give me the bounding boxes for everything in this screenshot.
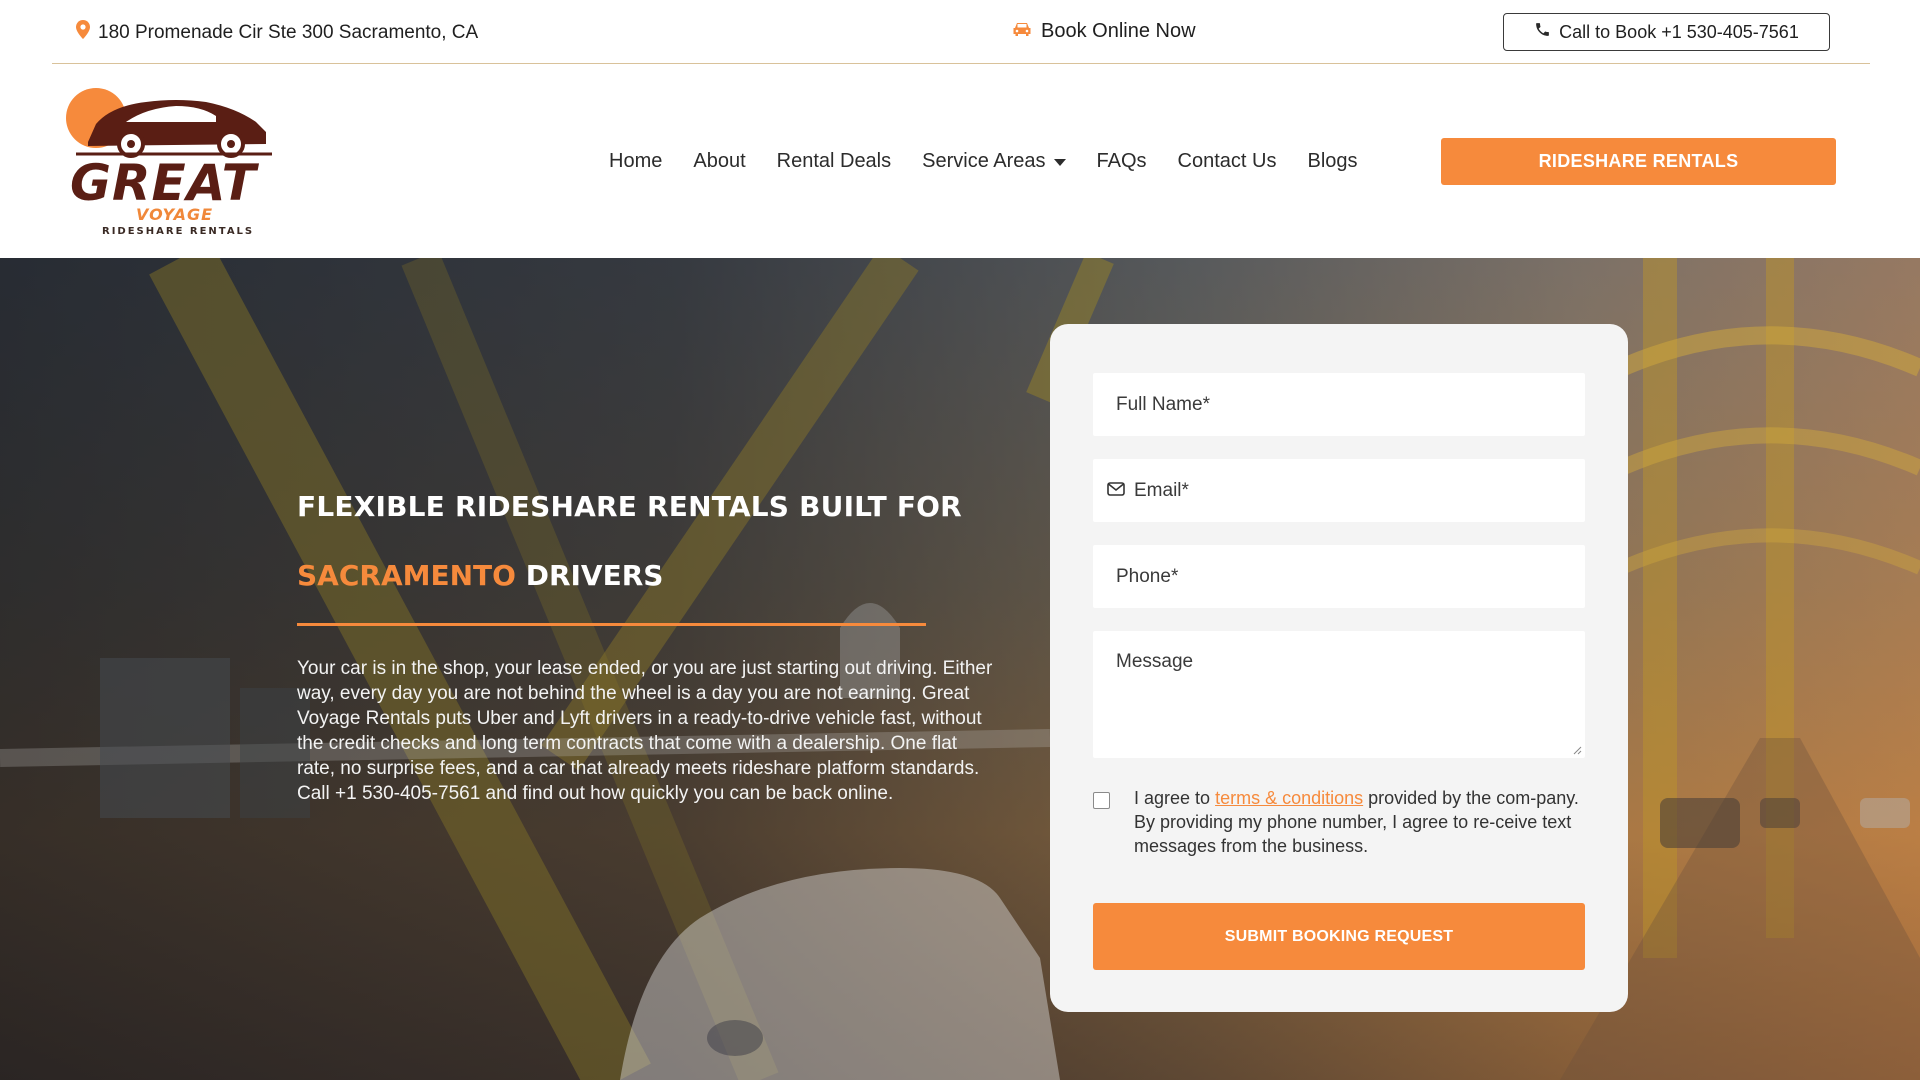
hero-title-line1: FLEXIBLE RIDESHARE RENTALS BUILT FOR bbox=[297, 490, 962, 523]
book-online-link[interactable]: Book Online Now bbox=[1012, 20, 1196, 43]
nav-item-about[interactable]: About bbox=[693, 150, 745, 173]
message-field[interactable]: Message bbox=[1093, 631, 1585, 758]
nav-item-label: Home bbox=[609, 150, 663, 172]
hero-title-rest: DRIVERS bbox=[525, 559, 664, 592]
car-icon bbox=[1012, 20, 1032, 43]
phone-placeholder: Phone* bbox=[1116, 565, 1179, 587]
nav-item-label: Rental Deals bbox=[776, 150, 892, 172]
terms-link[interactable]: terms & conditions bbox=[1215, 788, 1363, 808]
booking-form: Full Name* Email* Phone* Message I agree… bbox=[1050, 324, 1628, 1012]
hero-description: Your car is in the shop, your lease ende… bbox=[297, 658, 993, 804]
logo-subword: VOYAGE bbox=[136, 205, 214, 224]
nav-item-label: About bbox=[693, 150, 746, 172]
email-placeholder: Email* bbox=[1134, 479, 1189, 501]
consent-text: I agree to terms & conditions provided b… bbox=[1134, 786, 1585, 858]
nav-item-faqs[interactable]: FAQs bbox=[1097, 150, 1147, 173]
address-text: 180 Promenade Cir Ste 300 Sacramento, CA bbox=[98, 21, 479, 43]
submit-booking-button[interactable]: SUBMIT BOOKING REQUEST bbox=[1093, 903, 1585, 970]
logo-tagline: RIDESHARE RENTALS bbox=[102, 226, 255, 237]
nav-item-blogs[interactable]: Blogs bbox=[1307, 150, 1357, 173]
full-name-field[interactable]: Full Name* bbox=[1093, 373, 1585, 436]
address-info: 180 Promenade Cir Ste 300 Sacramento, CA bbox=[76, 20, 478, 45]
nav-item-label: Blogs bbox=[1307, 150, 1358, 172]
call-to-book-label: Call to Book +1 530-405-7561 bbox=[1559, 21, 1799, 42]
hero-title-line2: SACRAMENTO DRIVERS bbox=[297, 559, 663, 592]
hero-section: FLEXIBLE RIDESHARE RENTALS BUILT FOR SAC… bbox=[0, 258, 1920, 1080]
map-pin-icon bbox=[76, 20, 90, 45]
caret-down-icon bbox=[1053, 159, 1066, 166]
nav-item-label: FAQs bbox=[1096, 150, 1147, 172]
nav-item-service-areas[interactable]: Service Areas bbox=[922, 150, 1066, 173]
logo-wordmark: GREAT bbox=[70, 154, 257, 212]
phone-field[interactable]: Phone* bbox=[1093, 545, 1585, 608]
message-placeholder: Message bbox=[1116, 651, 1194, 672]
site-logo[interactable]: GREAT VOYAGE RIDESHARE RENTALS bbox=[66, 84, 282, 238]
rideshare-rentals-button[interactable]: RIDESHARE RENTALS bbox=[1441, 138, 1836, 185]
hero-accent-rule bbox=[297, 623, 926, 626]
nav-item-home[interactable]: Home bbox=[609, 150, 662, 173]
nav-item-label: Service Areas bbox=[922, 150, 1046, 172]
top-bar: 180 Promenade Cir Ste 300 Sacramento, CA… bbox=[0, 0, 1920, 64]
call-to-book-button[interactable]: Call to Book +1 530-405-7561 bbox=[1503, 13, 1830, 51]
nav-item-label: Contact Us bbox=[1177, 150, 1277, 172]
nav-item-rental-deals[interactable]: Rental Deals bbox=[777, 150, 892, 173]
logo-car-graphic bbox=[66, 88, 272, 158]
email-field[interactable]: Email* bbox=[1093, 459, 1585, 522]
consent-prefix: I agree to bbox=[1134, 788, 1216, 808]
consent-checkbox[interactable] bbox=[1093, 792, 1110, 809]
resize-handle-icon[interactable] bbox=[1573, 746, 1582, 755]
consent-row: I agree to terms & conditions provided b… bbox=[1093, 786, 1585, 858]
phone-icon bbox=[1534, 21, 1551, 43]
main-nav: Home About Rental Deals Service Areas FA… bbox=[609, 150, 1358, 173]
full-name-placeholder: Full Name* bbox=[1116, 393, 1210, 415]
book-online-label: Book Online Now bbox=[1041, 20, 1196, 42]
hero-title-highlight: SACRAMENTO bbox=[297, 559, 516, 592]
envelope-icon bbox=[1107, 480, 1125, 502]
nav-item-contact-us[interactable]: Contact Us bbox=[1178, 150, 1277, 173]
site-header: GREAT VOYAGE RIDESHARE RENTALS Home Abou… bbox=[0, 64, 1920, 258]
